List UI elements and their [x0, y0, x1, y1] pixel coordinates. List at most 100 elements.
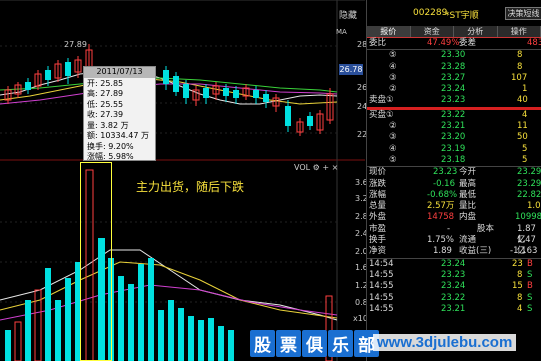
tick-time: 14:55 [369, 269, 394, 280]
current-price-tag: 26.78 [339, 64, 363, 75]
tab-quote[interactable]: 报价 [367, 26, 411, 37]
kline-chart[interactable]: 27.89 MA 28 26 24 22 26.78 2011/07/13 开:… [0, 0, 368, 361]
stat-label: 量比 [459, 201, 477, 212]
tooltip-low: 低: 25.55 [87, 99, 124, 109]
stat-value: 23.29 [517, 178, 541, 189]
stat-label: 总量 [369, 201, 387, 212]
tick-row: 14:55 23.22 8 S [367, 293, 541, 304]
ask-row[interactable]: 卖盘① 23.23 40 [367, 95, 541, 106]
highlight-box [80, 162, 112, 361]
add-icon[interactable]: + [322, 163, 329, 172]
tab-analysis[interactable]: 分析 [454, 26, 498, 37]
stat-row: 净资 1.89 收益(三) -1.163 [367, 246, 541, 257]
ask-row[interactable]: ⑤ 23.30 8 [367, 50, 541, 61]
stat-label: 内盘 [459, 212, 477, 223]
bid-volume: 4 [522, 109, 528, 120]
tick-side: B [527, 258, 533, 269]
stat-value: 10998 [515, 212, 541, 223]
tick-side: S [527, 292, 533, 303]
bid-row[interactable]: ③ 23.20 50 [367, 132, 541, 143]
tooltip-close: 收: 27.39 [87, 110, 124, 119]
bid-list: 买盘① 23.22 4 ② 23.21 11 ③ 23.20 50 ④ 23.1… [367, 110, 541, 166]
tick-row: 14:55 23.24 15 B [367, 281, 541, 292]
bid-volume: 5 [522, 154, 528, 165]
watermark-char: 票 [276, 329, 301, 357]
tick-price: 23.23 [441, 269, 466, 280]
ma-label: MA [336, 28, 347, 36]
ask-level: ② [389, 84, 397, 95]
stats-list: 现价 23.23 今开 23.29 涨跌 -0.16 最高 23.29 涨幅 -… [367, 167, 541, 257]
tick-volume: 15 [512, 281, 523, 292]
stat-row: 现价 23.23 今开 23.29 [367, 167, 541, 178]
high-price-label: 27.89 [64, 40, 87, 49]
ask-volume: 8 [517, 61, 523, 72]
stock-name: *ST宇顺 [445, 11, 479, 21]
ask-row[interactable]: ③ 23.27 107 [367, 73, 541, 84]
ask-row[interactable]: ② 23.24 1 [367, 84, 541, 95]
tick-side: B [527, 281, 533, 292]
tick-list: 14:54 23.24 23 B 14:55 23.23 8 S 14:55 2… [367, 259, 541, 315]
vol-indicator-label[interactable]: VOL ⚙ + × [294, 163, 338, 172]
tab-funds[interactable]: 资金 [410, 26, 454, 37]
ask-row[interactable]: ④ 23.28 8 [367, 62, 541, 73]
tick-time: 14:54 [369, 258, 394, 269]
tooltip-turnover: 换手: 9.20% [87, 141, 134, 151]
watermark-url: www.3djulebu.com [373, 334, 517, 351]
stat-label: 市盈 [369, 223, 387, 234]
stat-label: 今开 [459, 167, 477, 178]
stock-code: 002289 [413, 8, 448, 18]
tick-time: 14:55 [369, 303, 394, 314]
collapse-button[interactable]: 隐藏 [339, 8, 357, 21]
tick-side: S [527, 269, 533, 280]
bid-row[interactable]: 买盘① 23.22 4 [367, 110, 541, 121]
tick-volume: 23 [512, 258, 523, 269]
kline-tooltip: 2011/07/13 开: 25.85 高: 27.89 低: 25.55 收:… [83, 66, 156, 161]
tooltip-date: 2011/07/13 [84, 67, 155, 78]
stat-value: 2.57万 [427, 201, 455, 212]
bid-level: ③ [389, 132, 397, 143]
commission-row: 委比 47.49% 委差 483 [367, 38, 541, 49]
ask-price: 23.24 [441, 84, 466, 95]
tab-operation[interactable]: 操作 [497, 26, 541, 37]
tick-price: 23.24 [441, 281, 466, 292]
stat-label: 收益(三) [459, 246, 492, 257]
panel-tabs: 报价 资金 分析 操作 [367, 26, 541, 38]
tick-row: 14:55 23.21 4 S [367, 304, 541, 315]
tooltip-amount: 额: 10334.47 万 [87, 131, 149, 140]
stat-row: 市盈 - 股本 1.87亿 [367, 223, 541, 245]
bid-price: 23.21 [441, 121, 466, 132]
stat-value: 14758 [427, 212, 455, 223]
stat-label: 涨幅 [369, 189, 387, 200]
bid-row[interactable]: ② 23.21 11 [367, 121, 541, 132]
watermark-char: 俱 [302, 329, 327, 357]
bid-row[interactable]: ⑤ 23.18 5 [367, 155, 541, 166]
stat-value: -1.163 [510, 246, 538, 257]
stat-label: 外盘 [369, 212, 387, 223]
close-icon[interactable]: × [332, 163, 339, 172]
tick-price: 23.24 [441, 258, 466, 269]
stat-value: -0.16 [433, 178, 455, 189]
tick-price: 23.21 [441, 303, 466, 314]
ask-volume: 107 [511, 72, 528, 83]
ask-level: ④ [389, 61, 397, 72]
bid-volume: 50 [517, 132, 528, 143]
tooltip-high: 高: 27.89 [87, 89, 124, 98]
bid-level: ④ [389, 143, 397, 154]
ask-volume: 40 [517, 95, 528, 106]
bid-row[interactable]: ④ 23.19 5 [367, 144, 541, 155]
bid-volume: 11 [517, 121, 528, 132]
decision-button[interactable]: 决策短线 [505, 7, 541, 20]
stat-label: 最高 [459, 178, 477, 189]
settings-icon[interactable]: ⚙ [313, 163, 320, 172]
bid-price: 23.20 [441, 132, 466, 143]
tick-side: S [527, 303, 533, 314]
stat-value: 1.0 [527, 201, 541, 212]
tick-row: 14:54 23.24 23 B [367, 259, 541, 270]
ask-price: 23.27 [441, 72, 466, 83]
tooltip-change: 涨幅: 5.98% [87, 152, 134, 161]
watermark-char: 股 [250, 329, 275, 357]
commission-ratio-label: 委比 [369, 38, 387, 48]
bid-price: 23.22 [441, 109, 466, 120]
stat-label: 净资 [369, 246, 387, 257]
commission-diff-label: 委差 [459, 38, 477, 48]
